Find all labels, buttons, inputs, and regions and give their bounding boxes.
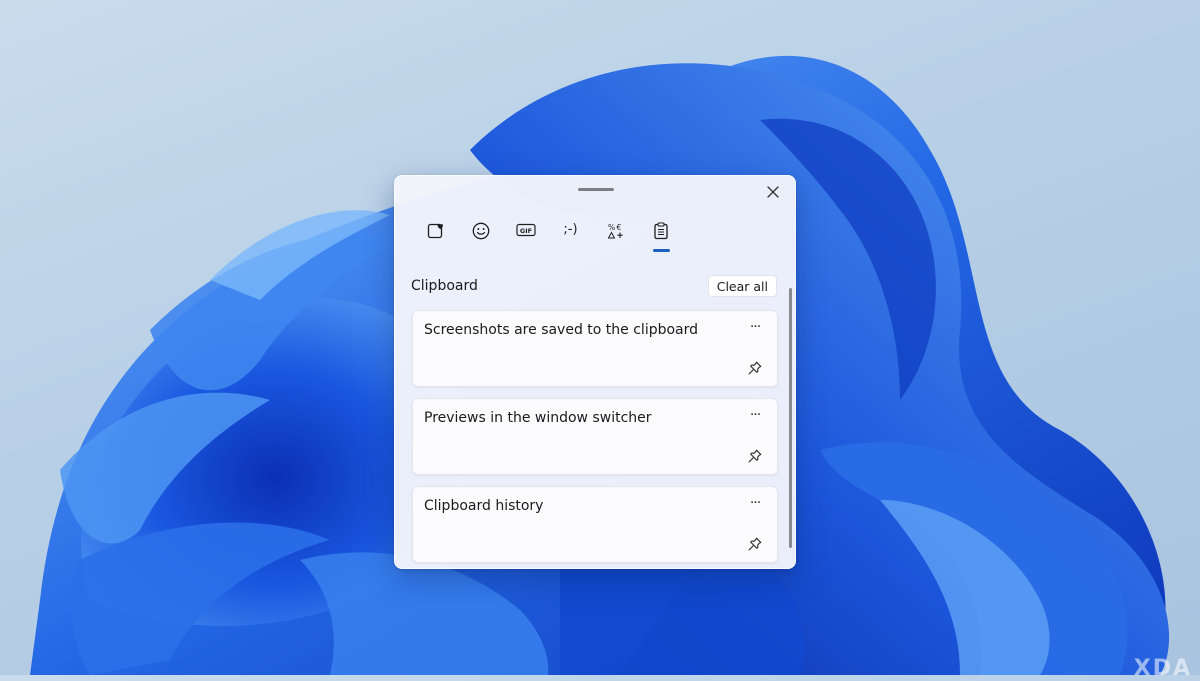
pin-icon (748, 537, 762, 551)
more-options-button[interactable]: ··· (745, 405, 765, 425)
gif-icon: GIF (515, 223, 536, 237)
clipboard-list: Screenshots are saved to the clipboard ·… (412, 310, 778, 568)
clipboard-header: Clipboard Clear all (411, 275, 777, 297)
pin-icon (748, 449, 762, 463)
pin-button[interactable] (746, 359, 764, 377)
clipboard-item[interactable]: Screenshots are saved to the clipboard ·… (412, 310, 778, 387)
clipboard-icon (653, 222, 668, 240)
close-button[interactable] (761, 180, 785, 204)
more-icon: ··· (749, 495, 761, 511)
more-icon: ··· (749, 407, 761, 423)
clipboard-item-text: Clipboard history (424, 498, 544, 514)
close-icon (767, 186, 779, 198)
tab-clipboard[interactable] (638, 216, 683, 256)
tab-symbols[interactable]: % € (593, 216, 638, 256)
drag-handle[interactable] (578, 188, 614, 191)
more-options-button[interactable]: ··· (745, 317, 765, 337)
heart-card-icon (427, 223, 443, 239)
clipboard-item[interactable]: Clipboard history ··· (412, 486, 778, 563)
pin-button[interactable] (746, 535, 764, 553)
emoji-clipboard-panel: GIF ;-) % € Clipboard Clear all Screensh… (394, 175, 796, 569)
clipboard-item-text: Screenshots are saved to the clipboard (424, 322, 699, 338)
smiley-icon (472, 222, 489, 240)
more-options-button[interactable]: ··· (745, 493, 765, 513)
more-icon: ··· (749, 319, 761, 335)
gif-icon-label: GIF (519, 227, 531, 235)
scrollbar[interactable] (789, 288, 792, 548)
clear-all-button[interactable]: Clear all (707, 275, 777, 297)
category-tabs: GIF ;-) % € (413, 216, 683, 256)
pin-icon (748, 361, 762, 375)
clipboard-item-text: Previews in the window switcher (424, 410, 652, 426)
tab-emoji[interactable] (458, 216, 503, 256)
svg-text:€: € (616, 223, 621, 232)
svg-text:%: % (608, 223, 615, 232)
pin-button[interactable] (746, 447, 764, 465)
clipboard-item[interactable]: Previews in the window switcher ··· (412, 398, 778, 475)
watermark-logo: XDA (1133, 656, 1192, 681)
tab-gif[interactable]: GIF (503, 216, 548, 256)
tab-favorites[interactable] (413, 216, 458, 256)
kaomoji-icon: ;-) (563, 222, 578, 237)
tab-kaomoji[interactable]: ;-) (548, 216, 593, 256)
symbols-icon: % € (607, 223, 623, 239)
section-title: Clipboard (411, 278, 478, 294)
